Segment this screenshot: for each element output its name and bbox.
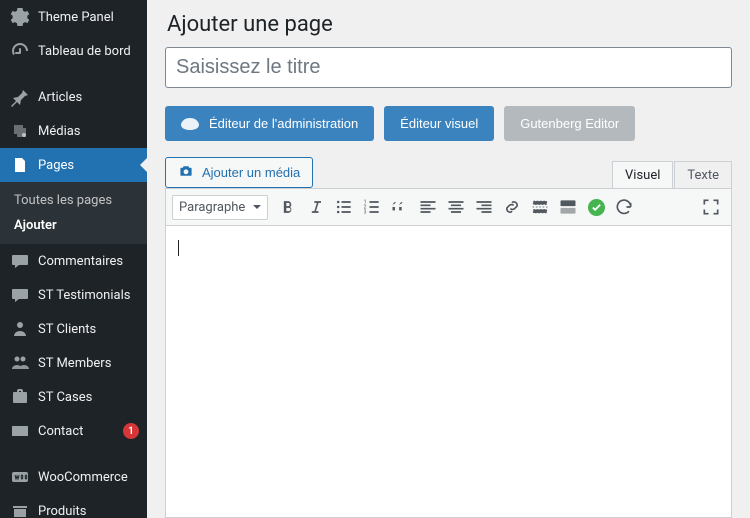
sidebar-item-testimonials[interactable]: ST Testimonials [0, 278, 147, 312]
products-icon [10, 501, 30, 518]
button-label: Gutenberg Editor [520, 116, 619, 131]
sidebar-item-cases[interactable]: ST Cases [0, 380, 147, 414]
sidebar-item-pages[interactable]: Pages [0, 148, 147, 182]
toolbar-toggle-button[interactable] [554, 193, 582, 221]
sidebar-item-comments[interactable]: Commentaires [0, 244, 147, 278]
status-ok-icon [582, 193, 610, 221]
link-button[interactable] [498, 193, 526, 221]
cloud-icon [181, 118, 199, 130]
editor-content[interactable] [165, 226, 732, 518]
button-label: Ajouter un média [202, 165, 300, 180]
pages-icon [10, 155, 30, 175]
gear-icon [10, 7, 30, 27]
tab-text[interactable]: Texte [674, 161, 732, 189]
sidebar-item-label: ST Clients [38, 322, 139, 337]
bullet-list-button[interactable] [330, 193, 358, 221]
sidebar-submenu-pages: Toutes les pages Ajouter [0, 182, 147, 244]
align-left-button[interactable] [414, 193, 442, 221]
main-content: Ajouter une page Éditeur de l'administra… [147, 0, 750, 518]
refresh-button[interactable] [610, 193, 638, 221]
svg-text:3: 3 [364, 210, 367, 216]
add-media-button[interactable]: Ajouter un média [165, 157, 313, 188]
sidebar-item-label: Produits [38, 504, 139, 518]
sidebar-item-label: Commentaires [38, 254, 139, 269]
admin-sidebar: Theme Panel Tableau de bord Articles Méd… [0, 0, 147, 518]
align-center-button[interactable] [442, 193, 470, 221]
visual-editor-button[interactable]: Éditeur visuel [384, 106, 494, 141]
admin-editor-button[interactable]: Éditeur de l'administration [165, 106, 374, 141]
sidebar-item-label: Pages [38, 158, 139, 173]
button-label: Éditeur visuel [400, 116, 478, 131]
comments-icon [10, 251, 30, 271]
dashboard-icon [10, 41, 30, 61]
numbered-list-button[interactable]: 123 [358, 193, 386, 221]
submenu-all-pages[interactable]: Toutes les pages [0, 188, 147, 213]
align-right-button[interactable] [470, 193, 498, 221]
quote-button[interactable] [386, 193, 414, 221]
briefcase-icon [10, 387, 30, 407]
envelope-icon [10, 421, 30, 441]
sidebar-item-clients[interactable]: ST Clients [0, 312, 147, 346]
sidebar-item-label: Theme Panel [38, 10, 139, 25]
page-title: Ajouter une page [167, 12, 732, 37]
sidebar-item-label: ST Members [38, 356, 139, 371]
gutenberg-editor-button[interactable]: Gutenberg Editor [504, 106, 635, 141]
media-icon [10, 121, 30, 141]
sidebar-item-label: WooCommerce [38, 470, 139, 485]
sidebar-item-contact[interactable]: Contact 1 [0, 414, 147, 448]
sidebar-item-label: ST Testimonials [38, 288, 139, 303]
sidebar-item-label: Tableau de bord [38, 44, 139, 59]
camera-icon [178, 163, 194, 182]
notification-badge: 1 [123, 423, 139, 439]
sidebar-item-articles[interactable]: Articles [0, 80, 147, 114]
sidebar-item-label: Contact [38, 424, 115, 439]
editor-switcher: Éditeur de l'administration Éditeur visu… [165, 106, 732, 141]
read-more-button[interactable] [526, 193, 554, 221]
submenu-add-page[interactable]: Ajouter [0, 213, 147, 238]
bold-button[interactable] [274, 193, 302, 221]
fullscreen-button[interactable] [697, 193, 725, 221]
sidebar-item-label: Articles [38, 90, 139, 105]
sidebar-item-woocommerce[interactable]: WooCommerce [0, 460, 147, 494]
sidebar-item-products[interactable]: Produits [0, 494, 147, 518]
sidebar-item-dashboard[interactable]: Tableau de bord [0, 34, 147, 68]
sidebar-item-media[interactable]: Médias [0, 114, 147, 148]
italic-button[interactable] [302, 193, 330, 221]
sidebar-item-members[interactable]: ST Members [0, 346, 147, 380]
page-title-input[interactable] [165, 47, 732, 88]
sidebar-item-label: ST Cases [38, 390, 139, 405]
pin-icon [10, 87, 30, 107]
editor-mode-tabs: Visuel Texte [612, 161, 732, 189]
users-icon [10, 353, 30, 373]
format-select[interactable]: Paragraphe [172, 195, 268, 220]
text-cursor [178, 240, 179, 256]
tab-visual[interactable]: Visuel [612, 161, 673, 189]
sidebar-item-theme-panel[interactable]: Theme Panel [0, 0, 147, 34]
testimonials-icon [10, 285, 30, 305]
sidebar-item-label: Médias [38, 124, 139, 139]
user-icon [10, 319, 30, 339]
woocommerce-icon [10, 467, 30, 487]
button-label: Éditeur de l'administration [209, 116, 358, 131]
editor-toolbar: Paragraphe 123 [165, 188, 732, 226]
